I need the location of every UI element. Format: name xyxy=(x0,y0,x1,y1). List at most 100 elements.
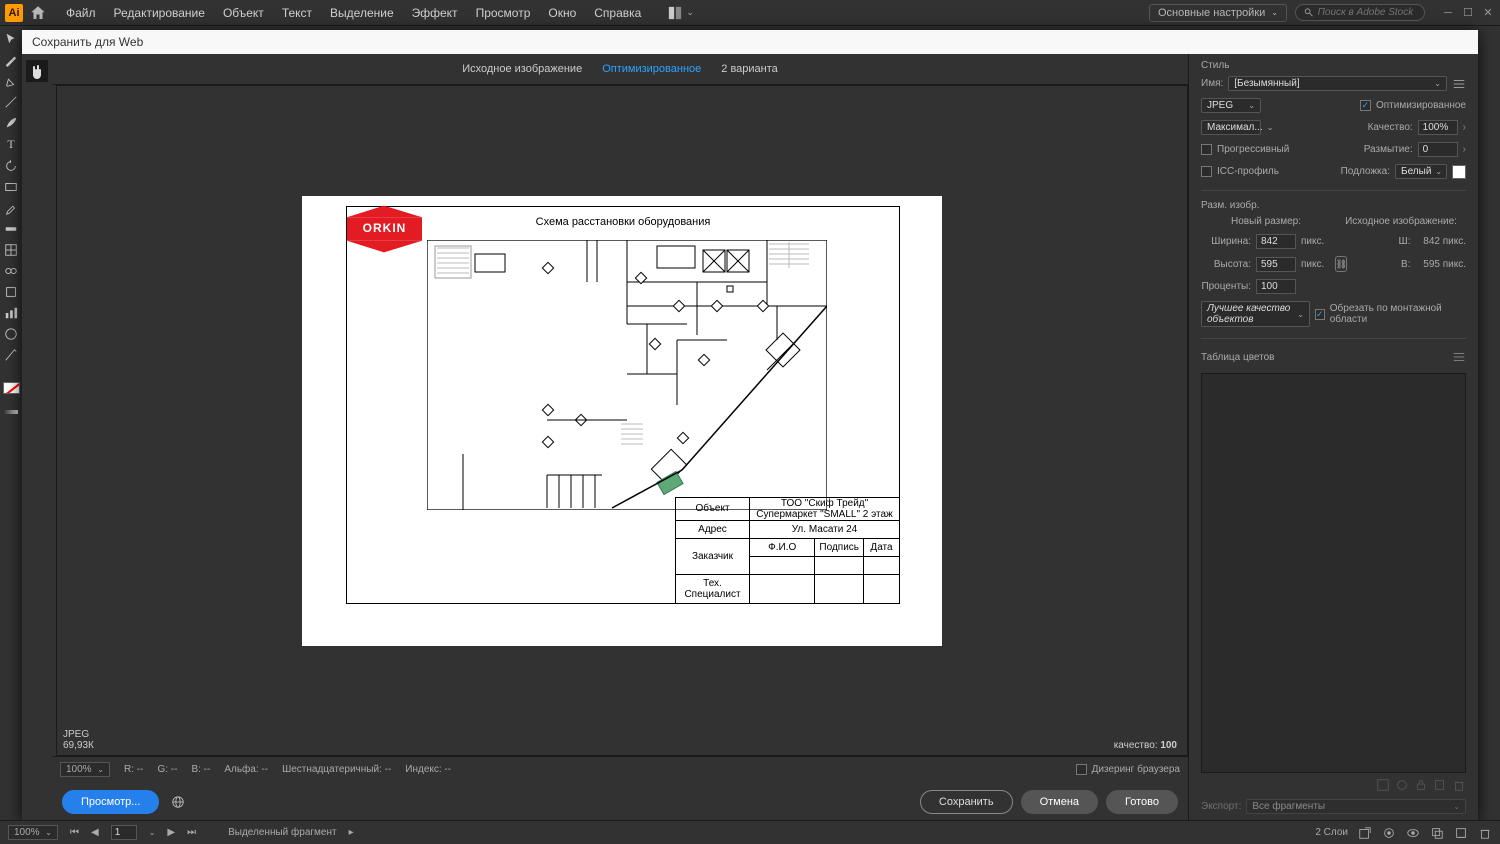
menu-window[interactable]: Окно xyxy=(539,3,585,23)
app-menubar: Ai Файл Редактирование Объект Текст Выде… xyxy=(0,0,1500,26)
width-input[interactable] xyxy=(1256,234,1296,249)
percent-input[interactable] xyxy=(1256,279,1296,294)
nav-next-icon[interactable]: ▶ xyxy=(167,827,175,838)
quality-readout: качество: 100 xyxy=(1114,740,1177,751)
gradient-icon[interactable] xyxy=(4,222,18,236)
artboard: ORKIN Схема расстановки оборудования xyxy=(302,196,942,646)
optimized-checkbox[interactable]: ✓ xyxy=(1360,100,1371,111)
preview-canvas[interactable]: ORKIN Схема расстановки оборудования xyxy=(56,85,1188,756)
save-button[interactable]: Сохранить xyxy=(920,790,1013,814)
menu-effect[interactable]: Эффект xyxy=(403,3,467,23)
hand-tool-icon[interactable] xyxy=(26,60,48,82)
cancel-button[interactable]: Отмена xyxy=(1021,790,1098,814)
brush-tool-icon[interactable] xyxy=(4,116,18,130)
ct-icon-2 xyxy=(1395,778,1409,792)
rect-tool-icon[interactable] xyxy=(4,180,18,194)
zoom-dropdown[interactable]: 100%⌄ xyxy=(60,762,110,777)
nav-last-icon[interactable]: ⏭ xyxy=(187,827,196,838)
pen-tool-icon[interactable] xyxy=(4,74,18,88)
menu-text[interactable]: Текст xyxy=(273,3,321,23)
browser-dither-checkbox[interactable] xyxy=(1076,764,1087,775)
mesh-icon[interactable] xyxy=(4,243,18,257)
new-layer-icon[interactable] xyxy=(1454,826,1468,840)
circle-icon[interactable] xyxy=(4,327,18,341)
wand-icon[interactable] xyxy=(4,53,18,67)
globe-icon[interactable] xyxy=(171,795,185,809)
clip-artboard-checkbox[interactable]: ✓ xyxy=(1315,309,1325,320)
stock-search[interactable] xyxy=(1295,4,1425,21)
menu-view[interactable]: Просмотр xyxy=(467,3,540,23)
preview-button[interactable]: Просмотр... xyxy=(62,790,159,814)
scheme-title: Схема расстановки оборудования xyxy=(347,207,899,228)
blend-icon[interactable] xyxy=(4,264,18,278)
blur-arrow-icon[interactable]: › xyxy=(1463,144,1466,155)
done-button[interactable]: Готово xyxy=(1106,790,1178,814)
rotate-tool-icon[interactable] xyxy=(4,159,18,173)
height-input[interactable] xyxy=(1256,257,1296,272)
menu-edit[interactable]: Редактирование xyxy=(105,3,214,23)
tab-2up[interactable]: 2 варианта xyxy=(711,60,788,78)
format-dropdown[interactable]: JPEG xyxy=(1201,98,1261,113)
artboard-tool-icon[interactable] xyxy=(4,285,18,299)
quality-input[interactable] xyxy=(1418,120,1458,135)
workspace-dropdown[interactable]: Основные настройки⌄ xyxy=(1149,4,1287,22)
menu-object[interactable]: Объект xyxy=(214,3,273,23)
browser-dither-label: Дизеринг браузера xyxy=(1092,764,1180,775)
layers-count: 2 Слои xyxy=(1315,827,1348,838)
matte-dropdown[interactable]: Белый xyxy=(1395,164,1447,179)
maximize-icon[interactable]: ☐ xyxy=(1461,7,1475,19)
graph-icon[interactable] xyxy=(4,306,18,320)
quality-preset-dropdown[interactable]: Максимал... xyxy=(1201,120,1261,135)
save-for-web-dialog: Сохранить для Web Исходное изображение О… xyxy=(22,30,1478,822)
selection-tool-icon[interactable] xyxy=(4,32,18,46)
toggle-visibility-icon[interactable] xyxy=(1406,826,1420,840)
menu-help[interactable]: Справка xyxy=(585,3,650,23)
tools-left-col1: T xyxy=(0,26,22,814)
fill-nocolor-icon[interactable] xyxy=(3,382,20,394)
ct-lock-icon xyxy=(1414,778,1428,792)
selection-readout: Выделенный фрагмент xyxy=(228,827,336,838)
floor-plan xyxy=(427,240,827,510)
preset-name-dropdown[interactable]: [Безымянный] xyxy=(1228,76,1447,91)
export-dropdown[interactable]: Все фрагменты xyxy=(1246,799,1466,814)
progressive-checkbox[interactable] xyxy=(1201,144,1212,155)
ct-trash-icon xyxy=(1452,778,1466,792)
slice-icon[interactable] xyxy=(4,348,18,362)
quality-arrow-icon[interactable]: › xyxy=(1463,122,1466,133)
menu-file[interactable]: Файл xyxy=(57,3,105,23)
nav-first-icon[interactable]: ⏮ xyxy=(70,827,79,838)
resample-dropdown[interactable]: Лучшее качество объектов xyxy=(1201,301,1310,327)
constrain-proportions-icon[interactable]: ⛓ xyxy=(1335,256,1347,272)
nav-prev-icon[interactable]: ◀ xyxy=(91,827,99,838)
panel-menu-icon[interactable] xyxy=(1452,77,1466,91)
matte-swatch[interactable] xyxy=(1452,165,1466,179)
app-zoom-dropdown[interactable]: 100%⌄ xyxy=(8,825,58,840)
locate-icon[interactable] xyxy=(1382,826,1396,840)
home-icon[interactable] xyxy=(29,4,47,22)
orkin-logo: ORKIN xyxy=(347,211,422,247)
type-tool-icon[interactable]: T xyxy=(7,137,14,152)
eyedropper-icon[interactable] xyxy=(4,201,18,215)
artboard-index-input[interactable] xyxy=(111,825,137,840)
tab-optimized[interactable]: Оптимизированное xyxy=(592,60,711,78)
minimize-icon[interactable]: ─ xyxy=(1441,7,1455,19)
search-input[interactable] xyxy=(1318,7,1416,18)
gradient-mode-icon[interactable] xyxy=(4,410,18,414)
arrange-docs-icon[interactable] xyxy=(668,6,682,20)
line-tool-icon[interactable] xyxy=(4,95,18,109)
delete-layer-icon[interactable] xyxy=(1478,826,1492,840)
blur-input[interactable] xyxy=(1418,142,1458,157)
close-icon[interactable]: ✕ xyxy=(1481,7,1495,19)
new-sublayer-icon[interactable] xyxy=(1430,826,1444,840)
format-info: JPEG69,93К xyxy=(63,729,94,751)
colortable-menu-icon[interactable] xyxy=(1452,350,1466,364)
menu-select[interactable]: Выделение xyxy=(321,3,403,23)
icc-checkbox[interactable] xyxy=(1201,166,1212,177)
tab-original[interactable]: Исходное изображение xyxy=(452,60,592,78)
info-table: ОбъектТОО "Скиф Трейд"Супермаркет "SMALL… xyxy=(675,497,900,604)
color-table[interactable] xyxy=(1201,373,1466,773)
status-caret-icon[interactable]: ▸ xyxy=(349,827,354,838)
popout-icon[interactable] xyxy=(1358,826,1372,840)
dialog-footer: Просмотр... Сохранить Отмена Готово xyxy=(52,782,1188,822)
status-bar: 100%⌄ R: --G: --B: -- Альфа: --Шестнадца… xyxy=(52,756,1188,782)
